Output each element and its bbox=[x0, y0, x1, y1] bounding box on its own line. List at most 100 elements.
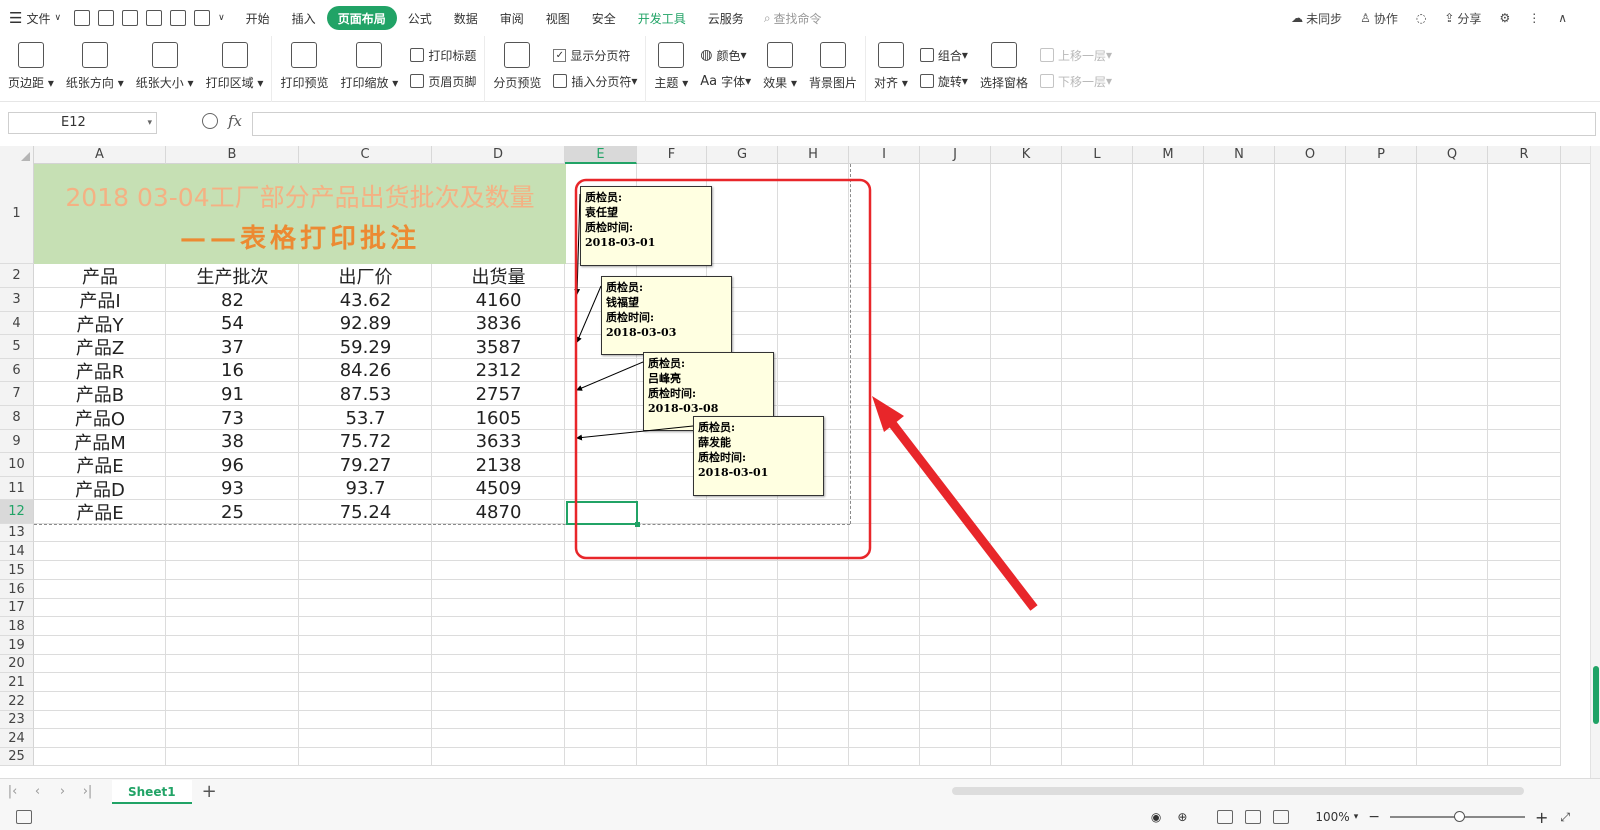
print-icon[interactable] bbox=[170, 10, 187, 26]
comment-note-2[interactable]: 质检员: 钱福望 质检时间: 2018-03-03 bbox=[601, 276, 732, 355]
row-header-6[interactable]: 6 bbox=[0, 359, 34, 382]
data-cell[interactable]: 3836 bbox=[432, 312, 565, 335]
tab-page-layout[interactable]: 页面布局 bbox=[326, 6, 397, 30]
data-cell[interactable]: 4160 bbox=[432, 288, 565, 312]
column-header-o[interactable]: O bbox=[1275, 146, 1346, 164]
macro-status-icon[interactable] bbox=[16, 810, 32, 824]
row-header-10[interactable]: 10 bbox=[0, 453, 34, 477]
formula-input[interactable] bbox=[252, 112, 1596, 136]
row-header-9[interactable]: 9 bbox=[0, 430, 34, 453]
search-command[interactable]: ⌕ 查找命令 bbox=[755, 6, 831, 30]
column-header-n[interactable]: N bbox=[1204, 146, 1275, 164]
header-cell[interactable]: 生产批次 bbox=[166, 264, 299, 288]
column-header-d[interactable]: D bbox=[432, 146, 565, 164]
horizontal-scrollbar[interactable] bbox=[952, 787, 1524, 795]
quick-access-more-icon[interactable]: ∨ bbox=[218, 13, 225, 23]
data-cell[interactable]: 产品R bbox=[34, 359, 166, 383]
add-sheet-button[interactable]: + bbox=[202, 781, 217, 802]
row-header-17[interactable]: 17 bbox=[0, 599, 34, 617]
bring-forward-button[interactable]: 上移一层 ▾ bbox=[1039, 42, 1112, 68]
title-merged-cell[interactable]: 2018 03-04工厂部分产品出货批次及数量 ——表格打印批注 bbox=[34, 164, 566, 264]
column-header-f[interactable]: F bbox=[637, 146, 707, 164]
collapse-ribbon-icon[interactable]: ∧ bbox=[1549, 6, 1576, 30]
page-break-view-icon[interactable] bbox=[1273, 810, 1290, 824]
data-cell[interactable]: 2312 bbox=[432, 359, 565, 382]
header-footer-button[interactable]: 页眉页脚 bbox=[410, 68, 476, 94]
effects-button[interactable]: 效果 ▾ bbox=[757, 38, 803, 100]
print-titles-button[interactable]: 打印标题 bbox=[410, 42, 476, 68]
select-all-corner[interactable] bbox=[0, 146, 34, 164]
fx-icon[interactable]: fx bbox=[228, 112, 242, 130]
zoom-in-button[interactable]: + bbox=[1535, 808, 1548, 827]
data-cell[interactable]: 75.72 bbox=[299, 430, 432, 453]
data-cell[interactable]: 37 bbox=[166, 335, 299, 359]
data-cell[interactable]: 25 bbox=[166, 500, 299, 524]
sheet-tab-sheet1[interactable]: Sheet1 bbox=[112, 779, 192, 804]
new-file-icon[interactable] bbox=[74, 10, 91, 26]
row-header-14[interactable]: 14 bbox=[0, 542, 34, 561]
column-header-k[interactable]: K bbox=[991, 146, 1062, 164]
more-options-icon[interactable]: ⋮ bbox=[1519, 6, 1549, 30]
header-cell[interactable]: 出厂价 bbox=[299, 264, 432, 288]
column-header-p[interactable]: P bbox=[1346, 146, 1417, 164]
data-cell[interactable]: 96 bbox=[166, 453, 299, 477]
row-header-18[interactable]: 18 bbox=[0, 617, 34, 636]
print-scale-button[interactable]: 打印缩放 ▾ bbox=[334, 38, 404, 100]
last-sheet-icon[interactable]: ›| bbox=[75, 784, 100, 799]
header-cell[interactable]: 产品 bbox=[34, 264, 166, 288]
print-area-button[interactable]: 打印区域 ▾ bbox=[200, 38, 270, 100]
comment-note-1[interactable]: 质检员: 袁任望 质检时间: 2018-03-01 bbox=[580, 186, 712, 266]
data-cell[interactable]: 93 bbox=[166, 477, 299, 500]
input-method-icon[interactable]: ⊕ bbox=[1177, 810, 1187, 824]
paper-size-button[interactable]: 纸张大小 ▾ bbox=[130, 38, 200, 100]
data-cell[interactable]: 3633 bbox=[432, 430, 565, 453]
margins-button[interactable]: 页边距 ▾ bbox=[2, 38, 60, 100]
theme-button[interactable]: 主题 ▾ bbox=[648, 38, 694, 100]
data-cell[interactable]: 43.62 bbox=[299, 288, 432, 312]
column-header-b[interactable]: B bbox=[166, 146, 299, 164]
row-header-20[interactable]: 20 bbox=[0, 655, 34, 673]
data-cell[interactable]: 54 bbox=[166, 312, 299, 335]
print-preview-icon[interactable] bbox=[146, 10, 163, 26]
tab-home[interactable]: 开始 bbox=[235, 6, 281, 30]
eye-protection-icon[interactable]: ◉ bbox=[1151, 810, 1161, 824]
colors-button[interactable]: ◍ 颜色 ▾ bbox=[700, 42, 751, 68]
insert-page-break-button[interactable]: 插入分页符 ▾ bbox=[553, 68, 637, 94]
zoom-out-button[interactable]: − bbox=[1368, 809, 1380, 825]
row-header-22[interactable]: 22 bbox=[0, 692, 34, 711]
row-header-21[interactable]: 21 bbox=[0, 673, 34, 692]
data-cell[interactable]: 产品Y bbox=[34, 312, 166, 336]
group-button[interactable]: 组合 ▾ bbox=[919, 42, 968, 68]
data-cell[interactable]: 82 bbox=[166, 288, 299, 312]
data-cell[interactable]: 16 bbox=[166, 359, 299, 382]
show-page-breaks-checkbox[interactable]: ✓ 显示分页符 bbox=[553, 42, 637, 68]
share-button[interactable]: ⇪ 分享 bbox=[1435, 6, 1490, 30]
send-backward-button[interactable]: 下移一层 ▾ bbox=[1039, 68, 1112, 94]
page-break-preview-button[interactable]: 分页预览 bbox=[487, 38, 547, 100]
column-header-h[interactable]: H bbox=[778, 146, 849, 164]
data-cell[interactable]: 84.26 bbox=[299, 359, 432, 382]
data-cell[interactable]: 92.89 bbox=[299, 312, 432, 335]
zoom-slider-knob[interactable] bbox=[1453, 811, 1465, 822]
tab-cloud[interactable]: 云服务 bbox=[697, 6, 755, 30]
column-header-r[interactable]: R bbox=[1488, 146, 1561, 164]
data-cell[interactable]: 91 bbox=[166, 382, 299, 406]
row-header-7[interactable]: 7 bbox=[0, 382, 34, 406]
row-header-25[interactable]: 25 bbox=[0, 748, 34, 766]
data-cell[interactable]: 产品O bbox=[34, 406, 166, 430]
data-cell[interactable]: 73 bbox=[166, 406, 299, 430]
next-sheet-icon[interactable]: › bbox=[50, 784, 75, 799]
data-cell[interactable]: 79.27 bbox=[299, 453, 432, 477]
row-header-24[interactable]: 24 bbox=[0, 729, 34, 748]
data-cell[interactable]: 产品M bbox=[34, 430, 166, 454]
column-header-j[interactable]: J bbox=[920, 146, 991, 164]
row-header-8[interactable]: 8 bbox=[0, 406, 34, 430]
data-cell[interactable]: 2138 bbox=[432, 453, 565, 477]
data-cell[interactable]: 1605 bbox=[432, 406, 565, 430]
tab-insert[interactable]: 插入 bbox=[281, 6, 327, 30]
row-header-3[interactable]: 3 bbox=[0, 288, 34, 312]
data-cell[interactable]: 4870 bbox=[432, 500, 565, 524]
data-cell[interactable]: 38 bbox=[166, 430, 299, 453]
column-header-a[interactable]: A bbox=[34, 146, 166, 164]
data-cell[interactable]: 产品Z bbox=[34, 335, 166, 359]
